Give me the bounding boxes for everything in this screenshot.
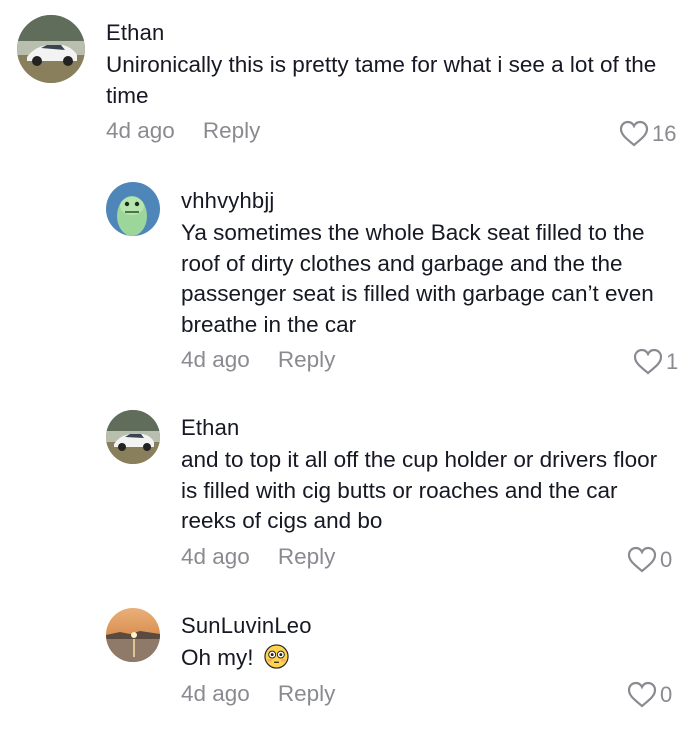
heart-icon <box>633 348 663 375</box>
reply-button[interactable]: Reply <box>278 544 336 570</box>
username[interactable]: Ethan <box>181 415 671 441</box>
like-button[interactable]: 16 <box>619 120 676 147</box>
comment-meta: 4d ago Reply <box>181 679 671 709</box>
car-photo-avatar[interactable] <box>106 410 160 464</box>
like-count: 0 <box>660 546 673 572</box>
like-button[interactable]: 0 <box>627 546 672 573</box>
comment-text: Unironically this is pretty tame for wha… <box>106 52 657 108</box>
username[interactable]: Ethan <box>106 20 666 46</box>
like-count: 16 <box>652 120 677 146</box>
comment-meta: 4d ago Reply <box>181 542 671 572</box>
username[interactable]: vhhvyhbjj <box>181 188 671 214</box>
comment-body: SunLuvinLeo Oh my! 4d ago Reply <box>181 613 671 709</box>
heart-icon <box>627 681 657 708</box>
timestamp: 4d ago <box>181 543 250 569</box>
comment-sunluvinleo <box>106 608 160 662</box>
username[interactable]: SunLuvinLeo <box>181 613 671 639</box>
comment-body: Ethan and to top it all off the cup hold… <box>181 415 671 572</box>
timestamp: 4d ago <box>106 118 175 143</box>
timestamp: 4d ago <box>181 347 250 372</box>
sunset-photo-avatar[interactable] <box>106 608 160 662</box>
heart-icon <box>619 120 649 147</box>
comment-meta: 4d ago Reply <box>106 116 666 146</box>
comment-text-content: Oh my! <box>181 645 254 670</box>
car-photo-avatar[interactable] <box>17 15 85 83</box>
timestamp: 4d ago <box>181 680 250 706</box>
like-count: 0 <box>660 681 673 707</box>
comment-ethan-2 <box>106 410 160 464</box>
like-button[interactable]: 0 <box>627 681 672 708</box>
green-creature-avatar[interactable] <box>106 182 160 236</box>
comment-body: Ethan Unironically this is pretty tame f… <box>106 20 666 146</box>
like-count: 1 <box>666 348 679 374</box>
heart-icon <box>627 546 657 573</box>
comment-text: Oh my! <box>181 643 671 674</box>
like-button[interactable]: 1 <box>633 348 678 375</box>
comment-text: Ya sometimes the whole Back seat filled … <box>181 220 654 337</box>
comment-ethan-1 <box>17 15 85 83</box>
comment-meta: 4d ago Reply <box>181 345 671 375</box>
comment-body: vhhvyhbjj Ya sometimes the whole Back se… <box>181 188 671 375</box>
comment-vhhvyhbjj <box>106 182 160 236</box>
reply-button[interactable]: Reply <box>278 347 336 373</box>
flushed-face-emoji <box>264 644 289 669</box>
comment-text: and to top it all off the cup holder or … <box>181 447 658 533</box>
reply-button[interactable]: Reply <box>278 681 336 707</box>
reply-button[interactable]: Reply <box>203 118 261 144</box>
